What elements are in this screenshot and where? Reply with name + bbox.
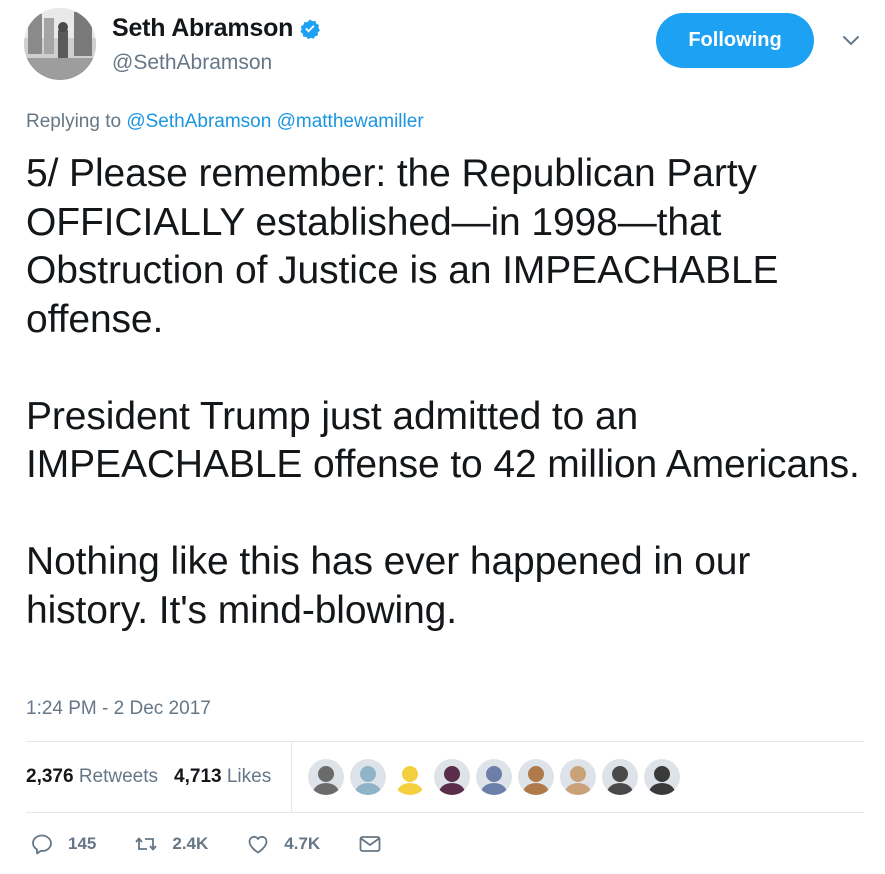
- stats-bottom-divider: [26, 812, 864, 813]
- display-name[interactable]: Seth Abramson: [112, 14, 293, 43]
- following-button[interactable]: Following: [656, 13, 814, 68]
- verified-badge-icon: [300, 18, 321, 39]
- replying-to-line: Replying to @SethAbramson @matthewamille…: [26, 111, 424, 133]
- direct-message-action[interactable]: [358, 832, 382, 856]
- reply-mention-matthew[interactable]: @matthewamiller: [277, 111, 424, 132]
- likes-count: 4,713: [174, 766, 222, 787]
- tweet-timestamp[interactable]: 1:24 PM - 2 Dec 2017: [26, 698, 211, 720]
- envelope-icon: [359, 836, 381, 852]
- liker-avatar-5[interactable]: [476, 759, 513, 795]
- user-name-block: Seth Abramson @SethAbramson: [112, 14, 321, 75]
- liker-avatar-9[interactable]: [644, 759, 681, 795]
- reply-icon: [32, 834, 52, 855]
- tweet-header: Seth Abramson @SethAbramson Following: [24, 8, 864, 80]
- retweets-stat[interactable]: 2,376 Retweets: [26, 766, 158, 788]
- reply-action[interactable]: 145: [30, 832, 96, 856]
- chevron-down-icon[interactable]: [842, 32, 860, 50]
- replying-to-prefix: Replying to: [26, 111, 122, 132]
- user-avatar[interactable]: [24, 8, 96, 80]
- tweet-text: 5/ Please remember: the Republican Party…: [26, 152, 860, 632]
- liker-avatar-4[interactable]: [434, 759, 471, 795]
- retweet-icon: [135, 837, 158, 851]
- like-count: 4.7K: [284, 834, 321, 853]
- like-action[interactable]: 4.7K: [246, 832, 320, 856]
- tweet-stats: 2,376 Retweets 4,713 Likes: [26, 742, 864, 812]
- liker-avatar-2[interactable]: [350, 759, 387, 795]
- retweet-count: 2.4K: [172, 834, 209, 853]
- tweet-actions: 145 2.4K 4.7K: [30, 832, 420, 856]
- liker-avatar-1[interactable]: [308, 759, 345, 795]
- retweet-action[interactable]: 2.4K: [134, 832, 208, 856]
- stats-separator: [291, 742, 293, 812]
- liker-avatar-8[interactable]: [602, 759, 639, 795]
- profile-photo-street: [24, 8, 96, 80]
- liker-avatar-3[interactable]: [392, 759, 429, 795]
- liker-avatar-7[interactable]: [560, 759, 597, 795]
- likes-label: Likes: [226, 766, 272, 787]
- retweets-label: Retweets: [78, 766, 159, 787]
- reply-mention-seth[interactable]: @SethAbramson: [126, 111, 271, 132]
- user-handle[interactable]: @SethAbramson: [112, 51, 321, 75]
- name-row: Seth Abramson: [112, 14, 321, 43]
- retweets-count: 2,376: [26, 766, 74, 787]
- liker-avatars: [308, 759, 681, 795]
- liker-avatar-6[interactable]: [518, 759, 555, 795]
- heart-icon: [248, 835, 268, 854]
- likes-stat[interactable]: 4,713 Likes: [174, 766, 271, 788]
- reply-count: 145: [68, 834, 97, 853]
